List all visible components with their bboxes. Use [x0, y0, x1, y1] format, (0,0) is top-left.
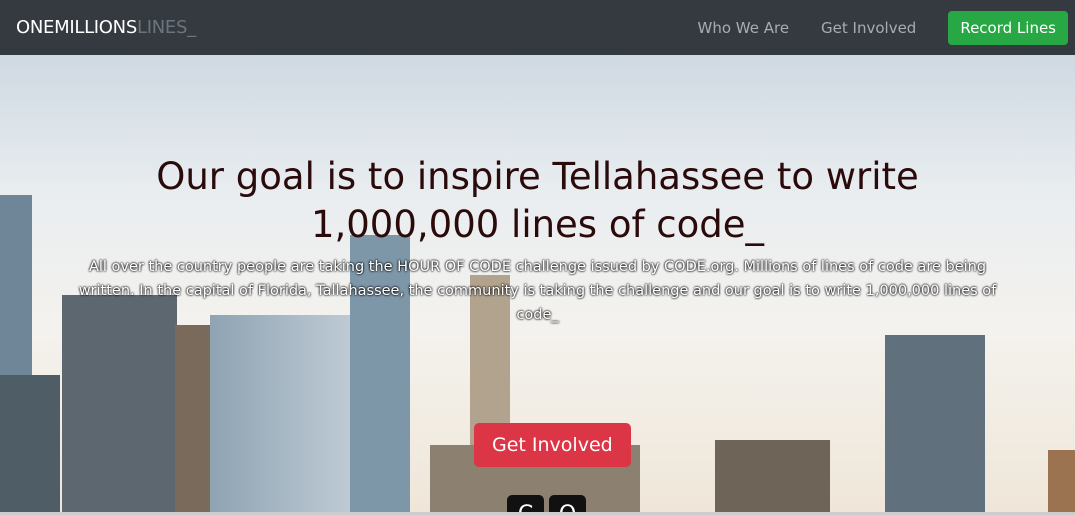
brand-logo[interactable]: ONEMILLIONSLINES_: [16, 17, 196, 38]
hero: Our goal is to inspire Tellahassee to wr…: [0, 55, 1075, 515]
nav-who-we-are[interactable]: Who We Are: [697, 19, 789, 37]
get-involved-button[interactable]: Get Involved: [474, 423, 631, 467]
hero-subtitle: All over the country people are taking t…: [78, 259, 997, 323]
nav-get-involved[interactable]: Get Involved: [821, 19, 916, 37]
hero-title: Our goal is to inspire Tellahassee to wr…: [156, 155, 919, 246]
navbar: ONEMILLIONSLINES_ Who We Are Get Involve…: [0, 0, 1075, 55]
brand-dim: LINES_: [136, 17, 196, 38]
brand-bold: ONEMILLIONS: [16, 17, 137, 38]
record-lines-button[interactable]: Record Lines: [948, 10, 1068, 45]
